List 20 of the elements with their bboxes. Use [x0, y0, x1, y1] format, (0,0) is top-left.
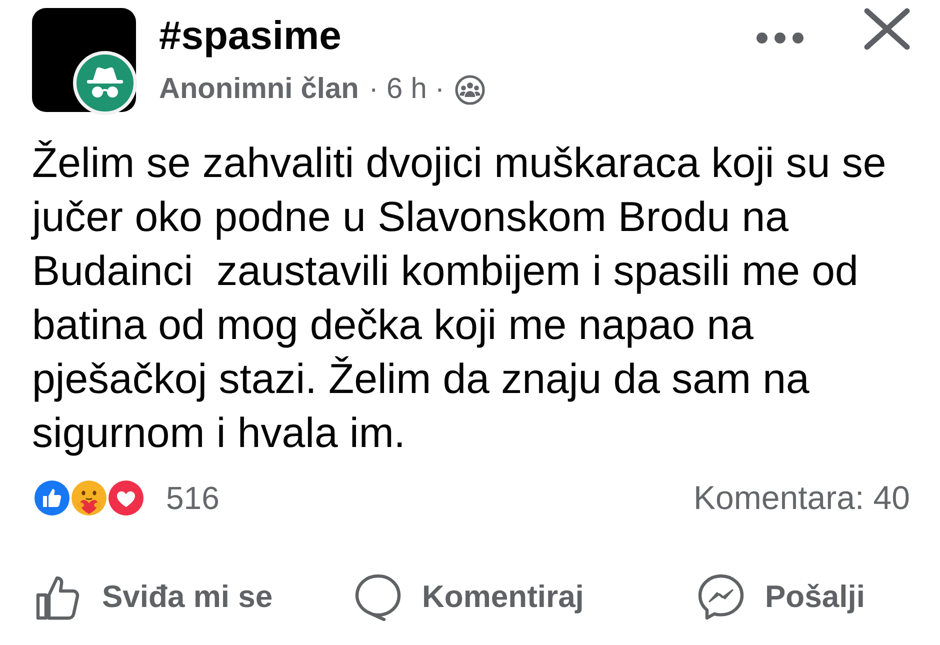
speech-bubble-icon	[354, 573, 402, 621]
people-icon	[454, 74, 485, 104]
like-reaction-icon	[32, 478, 72, 518]
group-name[interactable]: #spasime	[159, 14, 485, 58]
author-name[interactable]: Anonimni član	[159, 73, 359, 106]
comment-action-button[interactable]: Komentiraj	[354, 573, 584, 621]
close-icon	[864, 8, 910, 50]
comment-count[interactable]: Komentara: 40	[694, 479, 910, 517]
post-time: · 6 h ·	[368, 73, 445, 106]
like-action-button[interactable]: Sviđa mi se	[34, 573, 273, 621]
close-button[interactable]	[864, 8, 910, 50]
messenger-icon	[697, 573, 745, 621]
incognito-icon	[72, 50, 138, 116]
more-icon	[756, 32, 804, 44]
reaction-count[interactable]: 516	[166, 480, 220, 516]
send-action-button[interactable]: Pošalji	[697, 573, 865, 621]
heart-reaction-icon	[106, 478, 146, 518]
hug-emoji-icon	[69, 478, 109, 518]
post-text: Želim se zahvaliti dvojici muškaraca koji su se jučer oko podne u Slavonskom Brodu na Budainci zaustavili kombijem i spasili me od batina od mog dečka koji me napao na pješačkoj stazi. Želim da znaju da sam na sigurnom i hvala im.	[32, 138, 888, 458]
more-options-button[interactable]	[756, 32, 804, 44]
